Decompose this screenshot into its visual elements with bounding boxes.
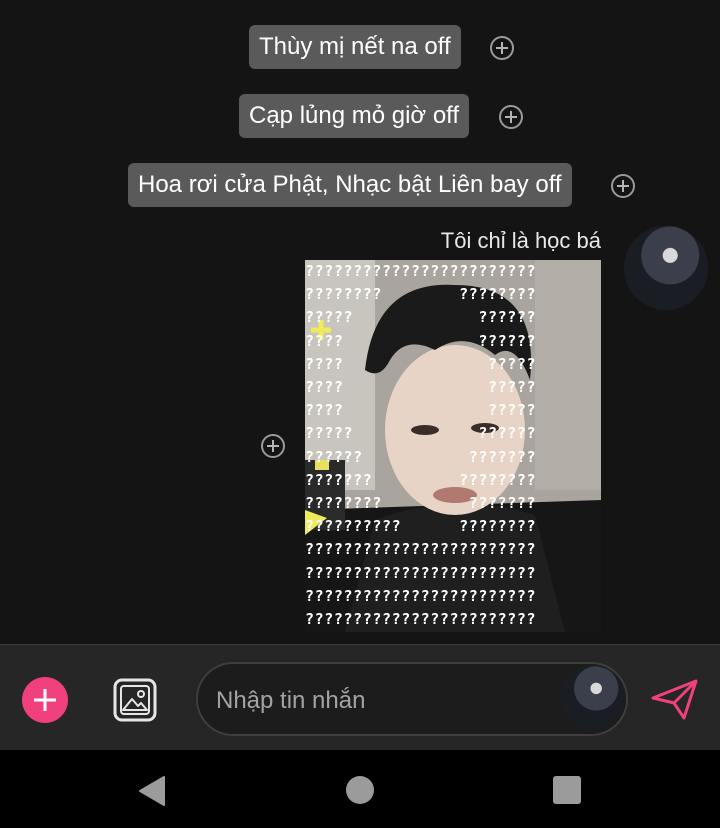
- overlay-line: ???????? ????????: [305, 285, 537, 304]
- overlay-line: ?????? ???????: [305, 447, 537, 466]
- sender-name: Tôi chỉ là học bá: [440, 228, 601, 253]
- overlay-line: ????????????????????????: [305, 540, 537, 559]
- overlay-line: ????????????????????????: [305, 262, 537, 280]
- overlay-line: ????????????????????????: [305, 586, 537, 605]
- back-triangle-icon: [139, 776, 165, 806]
- sender-avatar[interactable]: [624, 226, 708, 310]
- message-input[interactable]: [214, 678, 558, 724]
- photo-text-overlay: ???????????????????????? ???????? ???????…: [305, 260, 601, 632]
- recent-apps-button[interactable]: [553, 776, 581, 804]
- add-attachment-button[interactable]: [22, 677, 68, 723]
- overlay-line: ????? ??????: [305, 424, 537, 443]
- overlay-line: ???? ?????: [305, 378, 537, 397]
- message-text: Cạp lủng mỏ giờ off: [249, 102, 460, 129]
- overlay-line: ????????????????????????: [305, 563, 537, 582]
- overlay-line: ???? ?????: [305, 401, 537, 420]
- react-plus-icon[interactable]: [261, 434, 285, 458]
- react-plus-icon[interactable]: [490, 36, 514, 60]
- send-icon: [651, 679, 698, 720]
- message-bubble[interactable]: Cạp lủng mỏ giờ off: [239, 94, 470, 138]
- image-message[interactable]: ???????????????????????? ???????? ???????…: [305, 260, 601, 632]
- back-button[interactable]: [138, 775, 166, 812]
- overlay-line: ???????? ???????: [305, 494, 537, 513]
- overlay-line: ????????????????????????: [305, 610, 537, 629]
- chat-area[interactable]: Thùy mị nết na off Cạp lủng mỏ giờ off H…: [0, 0, 720, 644]
- overlay-line: ????????????????????????: [305, 631, 601, 632]
- gallery-button[interactable]: [112, 677, 158, 723]
- react-plus-icon[interactable]: [499, 105, 523, 129]
- overlay-line: ???? ?????: [305, 354, 537, 373]
- message-text: Hoa rơi cửa Phật, Nhạc bật Liên bay off: [138, 171, 562, 198]
- message-bubble[interactable]: Thùy mị nết na off: [249, 25, 461, 69]
- react-plus-icon[interactable]: [611, 174, 635, 198]
- message-text: Thùy mị nết na off: [259, 33, 451, 60]
- overlay-line: ????? ??????: [305, 308, 537, 327]
- image-icon: [113, 678, 157, 722]
- send-button[interactable]: [650, 678, 700, 722]
- home-button[interactable]: [346, 776, 374, 804]
- overlay-line: ?????????? ????????: [305, 517, 537, 536]
- overlay-line: ??????? ????????: [305, 470, 537, 489]
- overlay-line: ???? ??????: [305, 331, 537, 350]
- sticker-avatar-button[interactable]: [561, 666, 625, 730]
- message-bubble[interactable]: Hoa rơi cửa Phật, Nhạc bật Liên bay off: [128, 163, 572, 207]
